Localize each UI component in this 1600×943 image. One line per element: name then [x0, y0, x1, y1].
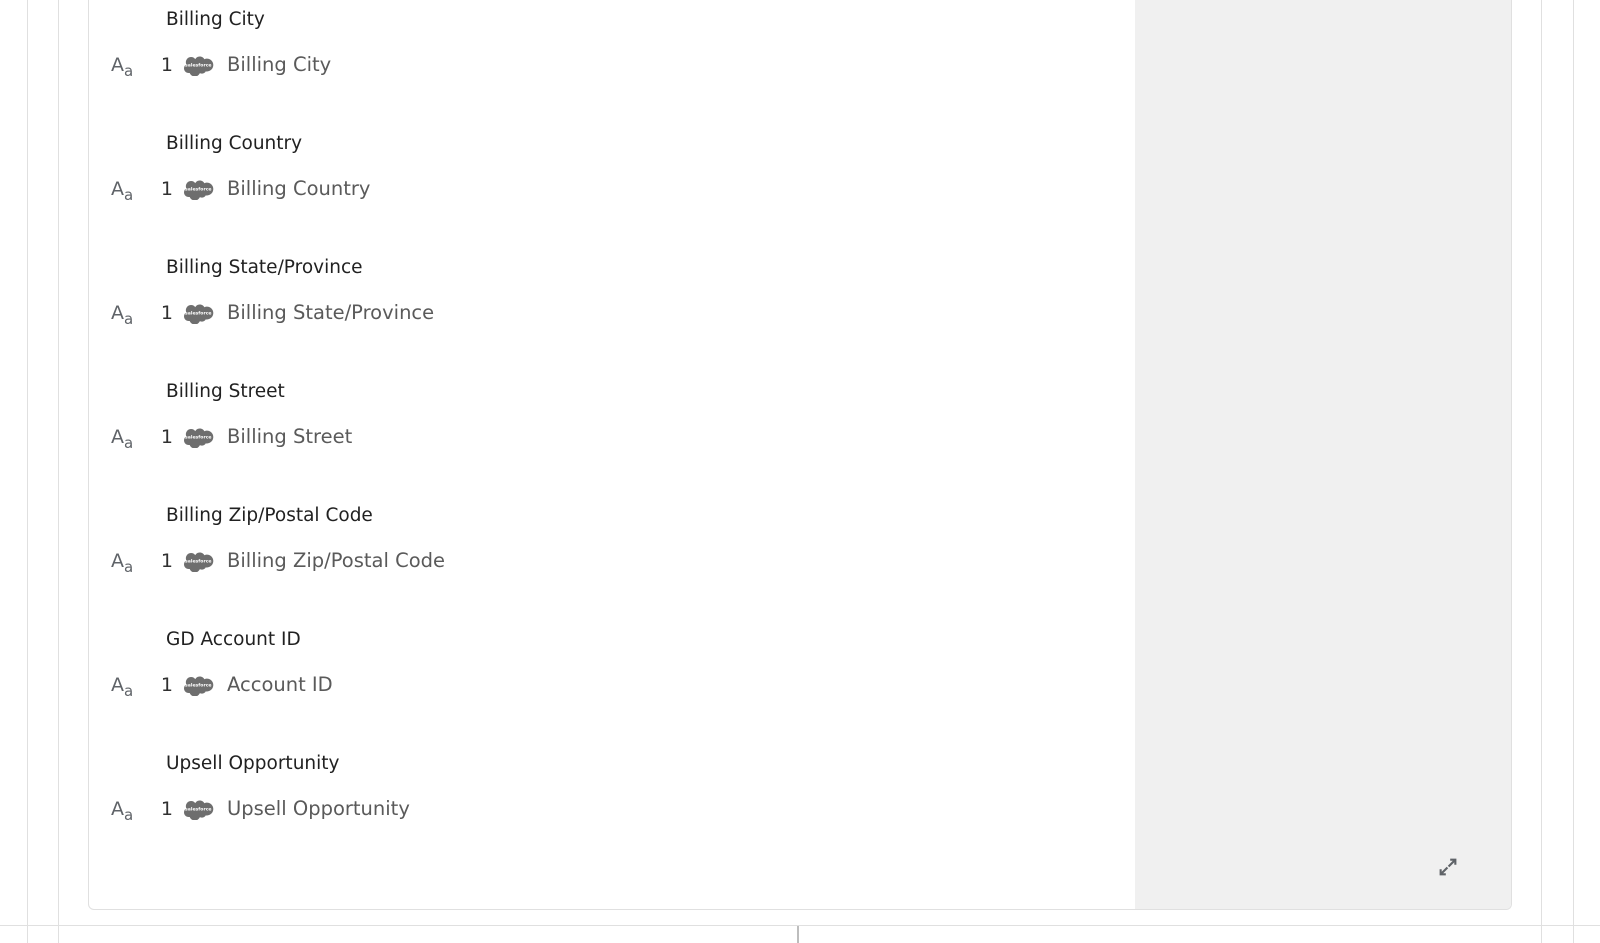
field-mapping-card: Billing City Aa 1 salesforce Billing City Bil…: [88, 0, 1512, 910]
preview-pane: [1135, 0, 1511, 909]
svg-text:salesforce: salesforce: [185, 310, 212, 316]
mapping-sequence-number: 1: [160, 798, 173, 820]
bottom-divider-tick: [797, 926, 799, 943]
field-mapping-row[interactable]: Billing City Aa 1 salesforce Billing City: [89, 0, 1137, 124]
target-field-line: Aa 1 salesforce Account ID: [89, 670, 333, 700]
target-field-label: Account ID: [227, 673, 333, 696]
text-type-icon-lowercase: a: [124, 309, 134, 328]
mapping-sequence-number: 1: [160, 54, 173, 76]
text-type-icon-uppercase: A: [111, 425, 124, 448]
text-type-icon: Aa: [111, 797, 149, 822]
mapping-sequence-number: 1: [160, 426, 173, 448]
text-type-icon: Aa: [111, 53, 149, 78]
app-root: Billing City Aa 1 salesforce Billing City Bil…: [0, 0, 1600, 943]
mapping-sequence-number: 1: [160, 178, 173, 200]
field-mapping-row[interactable]: Upsell Opportunity Aa 1 salesforce Upsell Op…: [89, 744, 1137, 868]
svg-text:salesforce: salesforce: [185, 806, 212, 812]
bottom-separator: [0, 925, 1600, 926]
text-type-icon-uppercase: A: [111, 673, 124, 696]
text-type-icon-lowercase: a: [124, 681, 134, 700]
source-field-label: Billing Country: [166, 133, 303, 154]
text-type-icon-uppercase: A: [111, 53, 124, 76]
source-field-label: Billing Zip/Postal Code: [166, 505, 373, 526]
right-rail-inner: [1541, 0, 1542, 943]
target-field-line: Aa 1 salesforce Billing City: [89, 50, 331, 80]
source-field-label: Upsell Opportunity: [166, 753, 340, 774]
svg-text:salesforce: salesforce: [185, 62, 212, 68]
text-type-icon: Aa: [111, 301, 149, 326]
target-field-label: Billing Street: [227, 425, 353, 448]
source-field-label: GD Account ID: [166, 629, 301, 650]
text-type-icon: Aa: [111, 549, 149, 574]
target-field-label: Upsell Opportunity: [227, 797, 410, 820]
text-type-icon-lowercase: a: [124, 805, 134, 824]
salesforce-logo: salesforce: [183, 673, 217, 697]
target-field-label: Billing Country: [227, 177, 371, 200]
source-field-label: Billing State/Province: [166, 257, 363, 278]
field-mapping-row[interactable]: Billing State/Province Aa 1 salesforce Billi…: [89, 248, 1137, 372]
text-type-icon-uppercase: A: [111, 301, 124, 324]
salesforce-logo: salesforce: [183, 425, 217, 449]
target-field-line: Aa 1 salesforce Upsell Opportunity: [89, 794, 410, 824]
text-type-icon-uppercase: A: [111, 549, 124, 572]
target-field-line: Aa 1 salesforce Billing State/Province: [89, 298, 434, 328]
text-type-icon: Aa: [111, 177, 149, 202]
text-type-icon-lowercase: a: [124, 61, 134, 80]
text-type-icon-uppercase: A: [111, 797, 124, 820]
field-mapping-row[interactable]: Billing Country Aa 1 salesforce Billing Coun…: [89, 124, 1137, 248]
text-type-icon: Aa: [111, 425, 149, 450]
salesforce-logo: salesforce: [183, 177, 217, 201]
text-type-icon-lowercase: a: [124, 433, 134, 452]
target-field-line: Aa 1 salesforce Billing Zip/Postal Code: [89, 546, 445, 576]
source-field-label: Billing Street: [166, 381, 285, 402]
right-rail-outer: [1573, 0, 1574, 943]
text-type-icon: Aa: [111, 673, 149, 698]
target-field-label: Billing City: [227, 53, 332, 76]
text-type-icon-lowercase: a: [124, 557, 134, 576]
left-rail-outer: [27, 0, 28, 943]
target-field-line: Aa 1 salesforce Billing Country: [89, 174, 370, 204]
mapping-sequence-number: 1: [160, 674, 173, 696]
source-field-label: Billing City: [166, 9, 265, 30]
svg-text:salesforce: salesforce: [185, 186, 212, 192]
text-type-icon-lowercase: a: [124, 185, 134, 204]
field-mapping-list: Billing City Aa 1 salesforce Billing City Bil…: [89, 0, 1137, 868]
mapping-sequence-number: 1: [160, 550, 173, 572]
salesforce-logo: salesforce: [183, 797, 217, 821]
target-field-label: Billing Zip/Postal Code: [227, 549, 445, 572]
svg-text:salesforce: salesforce: [185, 558, 212, 564]
expand-arrows-icon[interactable]: [1435, 854, 1461, 880]
field-mapping-row[interactable]: GD Account ID Aa 1 salesforce Account ID: [89, 620, 1137, 744]
field-mapping-row[interactable]: Billing Street Aa 1 salesforce Billing Stree…: [89, 372, 1137, 496]
svg-text:salesforce: salesforce: [185, 434, 212, 440]
field-mapping-row[interactable]: Billing Zip/Postal Code Aa 1 salesforce Bill…: [89, 496, 1137, 620]
salesforce-logo: salesforce: [183, 301, 217, 325]
salesforce-logo: salesforce: [183, 549, 217, 573]
text-type-icon-uppercase: A: [111, 177, 124, 200]
left-rail-inner: [58, 0, 59, 943]
salesforce-logo: salesforce: [183, 53, 217, 77]
svg-text:salesforce: salesforce: [185, 682, 212, 688]
target-field-line: Aa 1 salesforce Billing Street: [89, 422, 352, 452]
target-field-label: Billing State/Province: [227, 301, 435, 324]
mapping-sequence-number: 1: [160, 302, 173, 324]
